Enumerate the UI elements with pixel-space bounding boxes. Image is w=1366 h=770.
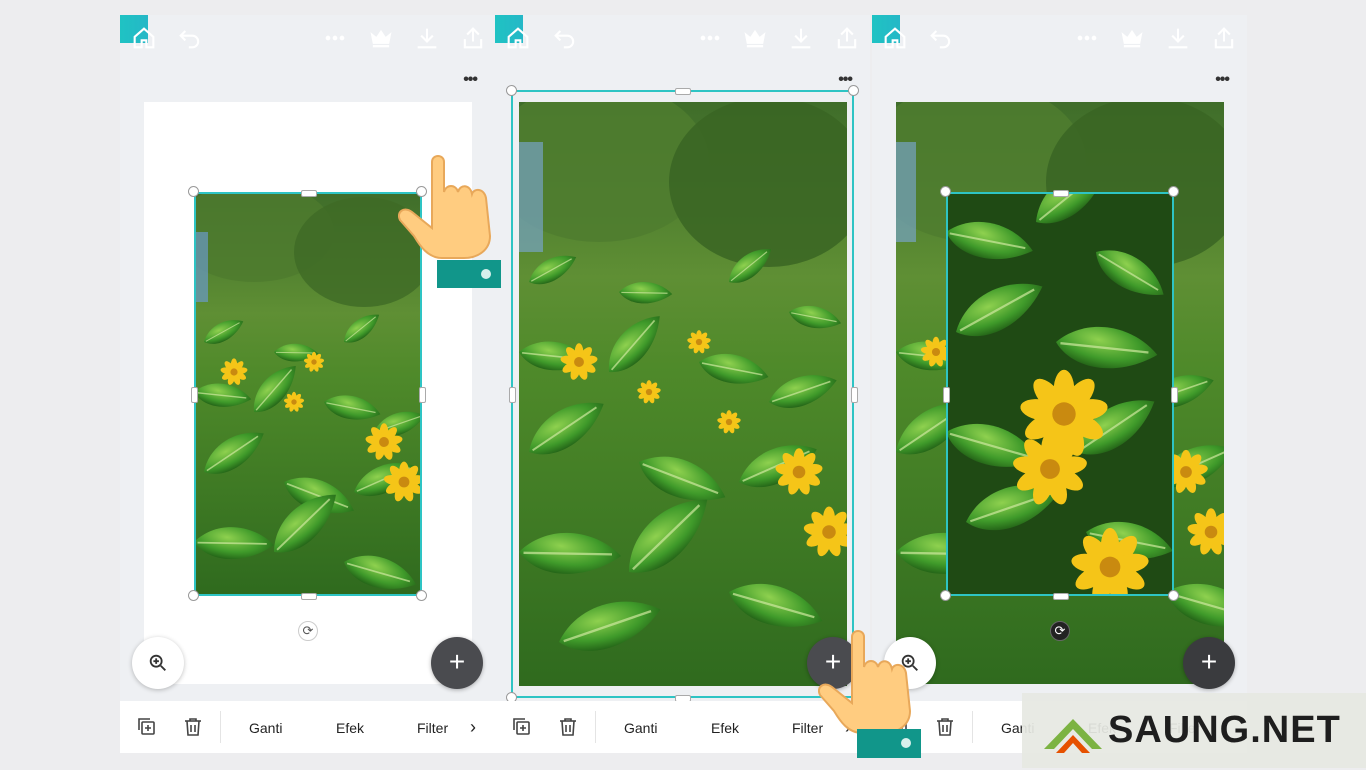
delete-icon[interactable] [556, 715, 580, 739]
zoom-button[interactable] [132, 637, 184, 689]
resize-handle-right[interactable] [1171, 387, 1178, 403]
resize-handle-tl[interactable] [188, 186, 199, 197]
resize-handle-tr[interactable] [1168, 186, 1179, 197]
share-icon[interactable] [833, 24, 861, 52]
resize-handle-top[interactable] [301, 190, 317, 197]
resize-handle-tl[interactable] [940, 186, 951, 197]
bottom-toolbar: Ganti Efek Filter › [120, 701, 495, 753]
top-toolbar [495, 15, 870, 60]
resize-handle-br[interactable] [1168, 590, 1179, 601]
saung-logo-icon [1044, 719, 1102, 753]
undo-icon[interactable] [551, 24, 579, 52]
page-more-button[interactable]: ••• [463, 71, 478, 89]
download-icon[interactable] [787, 24, 815, 52]
resize-handle-tr[interactable] [848, 85, 859, 96]
duplicate-icon[interactable] [135, 715, 159, 739]
effects-button[interactable]: Efek [336, 720, 364, 736]
download-icon[interactable] [413, 24, 441, 52]
filter-button[interactable]: Filter [417, 720, 448, 736]
rotate-icon[interactable]: ⟳ [1050, 621, 1070, 641]
pointing-hand-icon [818, 625, 928, 765]
design-page[interactable] [519, 102, 847, 686]
selected-photo[interactable] [946, 192, 1174, 596]
home-icon[interactable] [881, 24, 909, 52]
bottom-toolbar: Ganti Efek Filter › [495, 701, 870, 753]
add-element-button[interactable]: + [1183, 637, 1235, 689]
top-toolbar [872, 15, 1247, 60]
divider [220, 711, 221, 743]
home-icon[interactable] [130, 24, 158, 52]
resize-handle-top[interactable] [675, 88, 691, 95]
editor-screen-2: ••• + Ganti Efek Filter [495, 15, 870, 753]
duplicate-icon[interactable] [510, 715, 534, 739]
divider [972, 711, 973, 743]
crown-icon[interactable] [741, 24, 769, 52]
divider [595, 711, 596, 743]
effects-button[interactable]: Efek [711, 720, 739, 736]
top-toolbar [120, 15, 495, 60]
more-icon[interactable] [321, 24, 349, 52]
resize-handle-br[interactable] [416, 590, 427, 601]
download-icon[interactable] [1164, 24, 1192, 52]
replace-button[interactable]: Ganti [249, 720, 282, 736]
resize-handle-top[interactable] [1053, 190, 1069, 197]
pointing-hand-icon [398, 150, 508, 290]
undo-icon[interactable] [927, 24, 955, 52]
share-icon[interactable] [1210, 24, 1238, 52]
share-icon[interactable] [459, 24, 487, 52]
editor-screen-1: ••• ⟳ + Ganti Efek Filter › [120, 15, 495, 753]
selected-photo[interactable] [194, 192, 422, 596]
crown-icon[interactable] [367, 24, 395, 52]
watermark-text: SAUNG.NET [1108, 709, 1341, 751]
replace-button[interactable]: Ganti [624, 720, 657, 736]
resize-handle-right[interactable] [419, 387, 426, 403]
resize-handle-bl[interactable] [940, 590, 951, 601]
editor-screen-3: ••• ⟳ + Ganti [872, 15, 1247, 753]
crown-icon[interactable] [1118, 24, 1146, 52]
resize-handle-tl[interactable] [506, 85, 517, 96]
resize-handle-bl[interactable] [188, 590, 199, 601]
selected-photo[interactable] [519, 102, 847, 686]
zoom-in-icon [149, 654, 166, 671]
home-icon[interactable] [504, 24, 532, 52]
page-more-button[interactable]: ••• [1215, 71, 1230, 89]
more-icon[interactable] [1073, 24, 1101, 52]
resize-handle-right[interactable] [851, 387, 858, 403]
rotate-icon[interactable]: ⟳ [298, 621, 318, 641]
resize-handle-bottom[interactable] [301, 593, 317, 600]
resize-handle-left[interactable] [509, 387, 516, 403]
resize-handle-left[interactable] [191, 387, 198, 403]
resize-handle-left[interactable] [943, 387, 950, 403]
undo-icon[interactable] [176, 24, 204, 52]
more-icon[interactable] [696, 24, 724, 52]
watermark: SAUNG.NET [1022, 693, 1366, 768]
delete-icon[interactable] [933, 715, 957, 739]
resize-handle-bottom[interactable] [1053, 593, 1069, 600]
delete-icon[interactable] [181, 715, 205, 739]
add-element-button[interactable]: + [431, 637, 483, 689]
chevron-right-icon[interactable]: › [470, 717, 476, 738]
